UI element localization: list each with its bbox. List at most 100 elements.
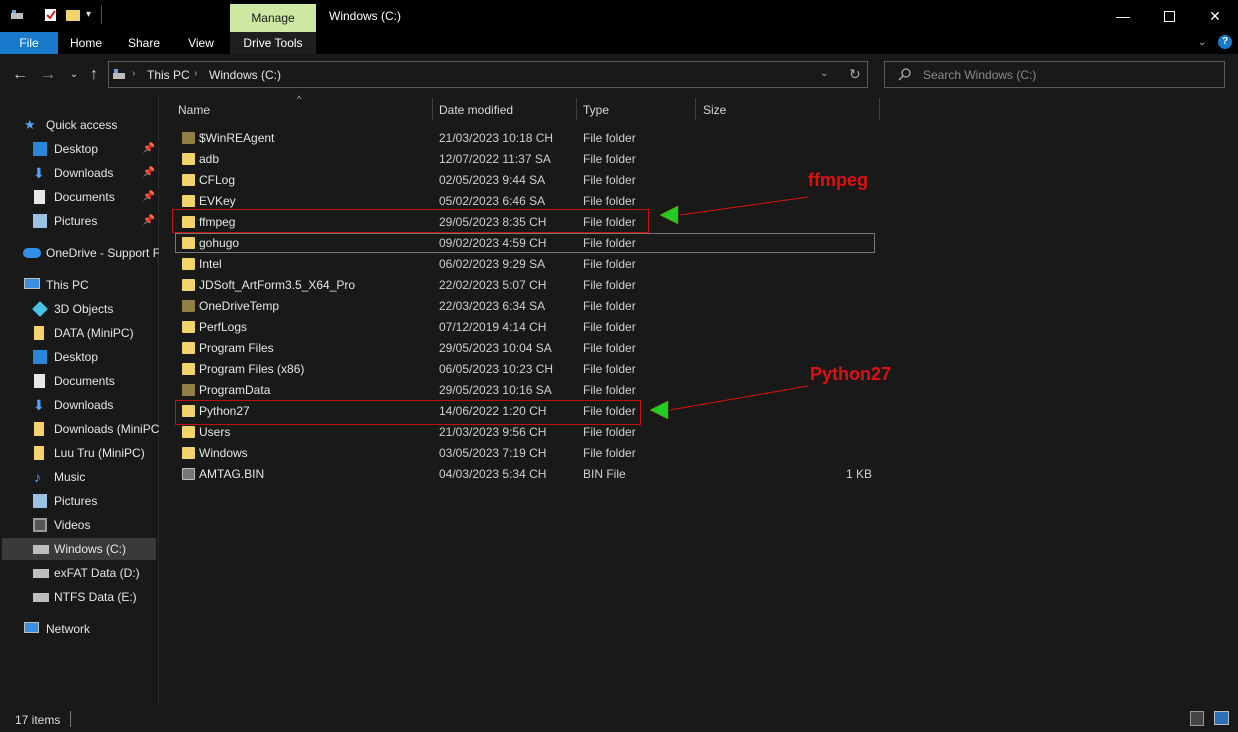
nav-this-pc[interactable]: This PC bbox=[20, 274, 159, 296]
breadcrumb-windows-c[interactable]: Windows (C:) bbox=[209, 68, 281, 82]
file-row[interactable]: AMTAG.BIN 04/03/2023 5:34 CH BIN File 1 KB bbox=[170, 464, 880, 485]
file-date-modified: 02/05/2023 9:44 SA bbox=[439, 173, 546, 187]
nav-label: Downloads bbox=[54, 166, 114, 180]
file-date-modified: 05/02/2023 6:46 SA bbox=[439, 194, 546, 208]
nav-network[interactable]: Network bbox=[20, 618, 159, 640]
file-type: File folder bbox=[583, 257, 636, 271]
download-arrow-icon: ⬇ bbox=[33, 165, 45, 181]
nav-item-windows-c[interactable]: Windows (C:) bbox=[2, 538, 156, 560]
highlight-box-ffmpeg bbox=[172, 209, 649, 233]
tab-share[interactable]: Share bbox=[118, 32, 170, 54]
nav-item-pictures-pc[interactable]: Pictures bbox=[28, 490, 159, 512]
file-date-modified: 22/03/2023 6:34 SA bbox=[439, 299, 546, 313]
nav-label: Pictures bbox=[54, 214, 98, 228]
file-row[interactable]: adb 12/07/2022 11:37 SA File folder bbox=[170, 149, 880, 170]
file-row[interactable]: Windows 03/05/2023 7:19 CH File folder bbox=[170, 443, 880, 464]
tab-file[interactable]: File bbox=[0, 32, 58, 54]
nav-label: 3D Objects bbox=[54, 302, 114, 316]
folder-icon bbox=[182, 363, 195, 375]
nav-item-videos[interactable]: Videos bbox=[28, 514, 159, 536]
file-date-modified: 21/03/2023 9:56 CH bbox=[439, 425, 547, 439]
pin-icon: 📌 bbox=[142, 215, 155, 226]
forward-button[interactable]: → bbox=[38, 66, 58, 84]
minimize-button[interactable]: — bbox=[1100, 0, 1146, 32]
nav-item-desktop-pc[interactable]: Desktop bbox=[28, 346, 159, 368]
nav-item-luu-tru-minipc[interactable]: Luu Tru (MiniPC) bbox=[28, 442, 159, 464]
nav-item-desktop[interactable]: Desktop 📌 bbox=[28, 138, 159, 160]
context-tab-manage[interactable]: Manage bbox=[230, 4, 316, 32]
details-view-icon[interactable] bbox=[1190, 711, 1204, 726]
nav-item-ntfs-e[interactable]: NTFS Data (E:) bbox=[28, 586, 159, 608]
nav-onedrive[interactable]: OneDrive - Support F bbox=[20, 242, 159, 264]
address-dropdown-icon[interactable]: ⌄ bbox=[820, 68, 828, 79]
nav-item-downloads-pc[interactable]: ⬇ Downloads bbox=[28, 394, 159, 416]
properties-icon[interactable] bbox=[44, 8, 58, 22]
file-date-modified: 12/07/2022 11:37 SA bbox=[439, 152, 551, 166]
breadcrumb-this-pc[interactable]: This PC bbox=[147, 68, 190, 82]
chevron-down-icon: ⌄ bbox=[69, 69, 79, 80]
nav-label: Videos bbox=[54, 518, 91, 532]
breadcrumb-separator-icon: › bbox=[194, 68, 198, 79]
arrow-up-icon: ↑ bbox=[90, 66, 98, 83]
nav-label: Music bbox=[54, 470, 86, 484]
arrow-right-icon: → bbox=[40, 66, 56, 83]
recent-locations-button[interactable]: ⌄ bbox=[64, 66, 84, 84]
qat-dropdown-icon[interactable]: ▾ bbox=[86, 9, 91, 20]
tab-drive-tools[interactable]: Drive Tools bbox=[230, 32, 316, 54]
drive-icon bbox=[33, 593, 49, 602]
nav-label: Pictures bbox=[54, 494, 98, 508]
nav-item-downloads-minipc[interactable]: Downloads (MiniPC bbox=[28, 418, 159, 440]
file-name: $WinREAgent bbox=[199, 131, 275, 145]
column-header-size[interactable]: Size bbox=[703, 100, 873, 120]
folder-icon bbox=[182, 132, 195, 144]
pictures-icon bbox=[33, 494, 47, 508]
nav-item-3d-objects[interactable]: 3D Objects bbox=[28, 298, 159, 320]
help-icon[interactable]: ? bbox=[1218, 35, 1232, 49]
column-header-date-modified[interactable]: Date modified bbox=[439, 100, 569, 120]
column-divider[interactable] bbox=[432, 98, 433, 120]
file-date-modified: 29/05/2023 10:04 SA bbox=[439, 341, 552, 355]
up-button[interactable]: ↑ bbox=[84, 66, 104, 84]
search-icon bbox=[898, 67, 912, 84]
nav-item-pictures[interactable]: Pictures 📌 bbox=[28, 210, 159, 232]
file-type: File folder bbox=[583, 131, 636, 145]
file-date-modified: 22/02/2023 5:07 CH bbox=[439, 278, 547, 292]
ribbon-expand-icon[interactable]: ⌄ bbox=[1198, 37, 1206, 48]
nav-item-downloads[interactable]: ⬇ Downloads 📌 bbox=[28, 162, 159, 184]
maximize-button[interactable] bbox=[1146, 0, 1192, 32]
drive-icon[interactable] bbox=[10, 8, 24, 22]
file-type: File folder bbox=[583, 299, 636, 313]
window-title: Windows (C:) bbox=[329, 9, 402, 23]
close-button[interactable]: ✕ bbox=[1192, 0, 1238, 32]
tab-home[interactable]: Home bbox=[60, 32, 112, 54]
folder-icon bbox=[182, 279, 195, 291]
folder-icon bbox=[182, 195, 195, 207]
arrow-left-icon: ← bbox=[12, 66, 28, 83]
breadcrumb-separator-icon: › bbox=[132, 68, 136, 79]
nav-item-documents[interactable]: Documents 📌 bbox=[28, 186, 159, 208]
nav-item-data-minipc[interactable]: DATA (MiniPC) bbox=[28, 322, 159, 344]
nav-label: Luu Tru (MiniPC) bbox=[54, 446, 145, 460]
file-name: EVKey bbox=[199, 194, 236, 208]
nav-item-exfat-d[interactable]: exFAT Data (D:) bbox=[28, 562, 159, 584]
large-icons-view-icon[interactable] bbox=[1214, 711, 1229, 725]
column-header-name[interactable]: Name bbox=[178, 100, 428, 120]
nav-quick-access[interactable]: ★ Quick access bbox=[20, 114, 159, 136]
back-button[interactable]: ← bbox=[10, 66, 30, 84]
file-row[interactable]: $WinREAgent 21/03/2023 10:18 CH File folde… bbox=[170, 128, 880, 149]
nav-item-music[interactable]: ♪ Music bbox=[28, 466, 159, 488]
folder-icon bbox=[182, 447, 195, 459]
tab-view[interactable]: View bbox=[176, 32, 226, 54]
file-name: Users bbox=[199, 425, 231, 439]
column-divider[interactable] bbox=[576, 98, 577, 120]
highlight-box-python27 bbox=[175, 400, 641, 425]
new-folder-icon[interactable] bbox=[66, 8, 80, 22]
column-header-type[interactable]: Type bbox=[583, 100, 693, 120]
nav-item-documents-pc[interactable]: Documents bbox=[28, 370, 159, 392]
refresh-icon[interactable]: ↻ bbox=[849, 66, 861, 83]
network-folder-icon bbox=[34, 326, 44, 340]
column-divider[interactable] bbox=[695, 98, 696, 120]
column-divider[interactable] bbox=[879, 98, 880, 120]
document-icon bbox=[34, 374, 45, 388]
minimize-icon: — bbox=[1116, 8, 1130, 24]
